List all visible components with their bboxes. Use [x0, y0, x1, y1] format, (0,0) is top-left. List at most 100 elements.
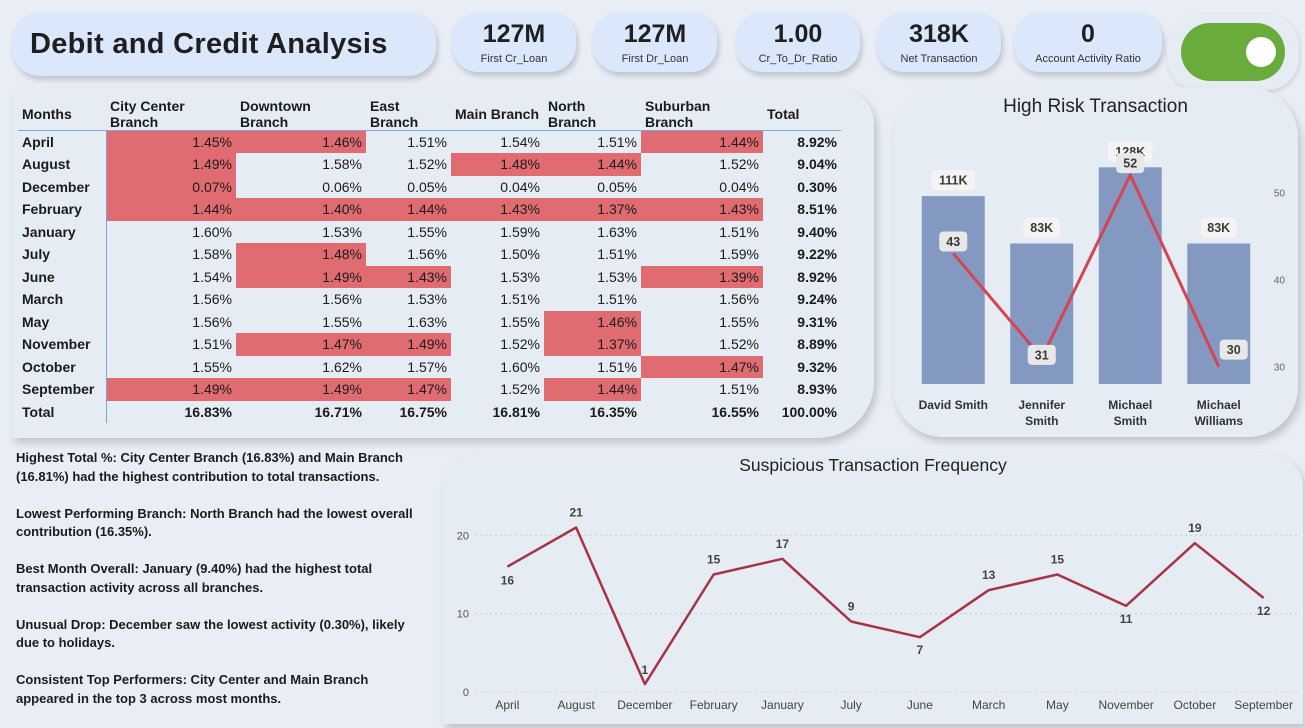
column-header[interactable]: Total	[763, 98, 841, 131]
table-cell: 1.43%	[451, 198, 544, 221]
column-header[interactable]: Months	[18, 98, 106, 131]
table-cell: 0.04%	[719, 178, 759, 195]
table-header-row: Months City Center Branch Downtown Branch E…	[18, 98, 841, 131]
x-axis-label: Michael	[1197, 398, 1241, 412]
table-cell: 1.55%	[407, 223, 447, 240]
table-row: December 0.07% 0.06% 0.05% 0.04% 0.05% 0.04% 0.…	[18, 175, 841, 198]
table-cell: 1.49%	[236, 265, 366, 288]
high-risk-transaction-card: High Risk Transaction 30 40 50 111K David Sm…	[893, 87, 1298, 437]
line-data-label: 52	[1123, 157, 1137, 171]
kpi-value: 127M	[623, 20, 687, 48]
table-cell: 1.58%	[322, 156, 362, 173]
x-axis-label: Michael	[1108, 398, 1152, 412]
table-cell: 1.52%	[407, 156, 447, 173]
table-row: February 1.44% 1.40% 1.44% 1.43% 1.37% 1.43% 8.…	[18, 198, 841, 221]
x-axis-label: December	[617, 698, 672, 712]
table-cell: 1.44%	[641, 130, 763, 153]
table-row: January 1.60% 1.53% 1.55% 1.59% 1.63% 1.51% 9.4…	[18, 220, 841, 243]
table-cell: 1.60%	[500, 358, 540, 375]
table-cell: 1.57%	[407, 358, 447, 375]
column-header[interactable]: City Center Branch	[106, 98, 236, 131]
table-cell: 0.05%	[407, 178, 447, 195]
data-label: 19	[1188, 521, 1202, 535]
kpi-card-first-cr-loan: 127M First Cr_Loan	[452, 12, 576, 72]
row-month-label: October	[18, 355, 107, 378]
high-risk-chart: 304050111KDavid Smith83KJenniferSmith128…	[919, 141, 1285, 428]
kpi-card-cr-to-dr-ratio: 1.00 Cr_To_Dr_Ratio	[736, 12, 860, 72]
grand-total-cell: 100.00%	[781, 403, 837, 420]
table-cell: 1.51%	[597, 358, 637, 375]
title-banner: Debit and Credit Analysis	[12, 12, 436, 76]
table-cell: 1.55%	[322, 313, 362, 330]
row-month-label: May	[18, 310, 107, 333]
column-header[interactable]: Suburban Branch	[641, 98, 763, 131]
table-row: November 1.51% 1.47% 1.49% 1.52% 1.37% 1.52% 8.…	[18, 333, 841, 356]
table-row: June 1.54% 1.49% 1.43% 1.53% 1.53% 1.39% 8.92%	[18, 265, 841, 288]
table-cell: 1.63%	[597, 223, 637, 240]
table-cell: 1.51%	[719, 381, 759, 398]
data-label: 21	[569, 506, 583, 520]
column-header[interactable]: East Branch	[366, 98, 451, 131]
table-cell: 1.46%	[236, 130, 366, 153]
row-total-cell: 9.32%	[797, 358, 837, 375]
row-month-label: November	[18, 333, 107, 356]
table-cell: 1.52%	[500, 336, 540, 353]
data-label: 12	[1257, 604, 1271, 618]
x-axis-label: May	[1046, 698, 1069, 712]
x-axis-label: September	[1234, 698, 1293, 712]
table-cell: 1.46%	[544, 310, 641, 333]
table-cell: 1.58%	[192, 246, 232, 263]
suspicious-frequency-card: Suspicious Transaction Frequency 0 10 20 Ap…	[443, 452, 1303, 724]
row-total-cell: 9.04%	[797, 156, 837, 173]
data-label: 11	[1120, 612, 1133, 626]
toggle-knob	[1246, 37, 1276, 67]
branch-matrix-table: Months City Center Branch Downtown Branch E…	[18, 98, 841, 423]
table-cell: 1.49%	[366, 333, 451, 356]
kpi-value: 127M	[482, 20, 546, 48]
y-axis-tick: 10	[457, 609, 469, 621]
x-axis-label: October	[1174, 698, 1217, 712]
x-axis-label: August	[557, 698, 595, 712]
x-axis-label: Smith	[1025, 414, 1058, 428]
row-month-label: June	[18, 265, 107, 288]
x-axis-label: Jennifer	[1018, 398, 1065, 412]
x-axis-label: March	[972, 698, 1005, 712]
kpi-label: First Dr_Loan	[621, 53, 689, 65]
table-cell: 1.53%	[407, 291, 447, 308]
table-cell: 1.63%	[407, 313, 447, 330]
row-total-cell: 9.31%	[797, 313, 837, 330]
row-month-label: April	[18, 130, 107, 153]
table-cell: 1.40%	[236, 198, 366, 221]
insight-text: Best Month Overall: January (9.40%) had …	[16, 561, 373, 595]
kpi-label: Cr_To_Dr_Ratio	[758, 53, 838, 65]
table-row: October 1.55% 1.62% 1.57% 1.60% 1.51% 1.47% 9.3…	[18, 355, 841, 378]
column-header[interactable]: Downtown Branch	[236, 98, 366, 131]
theme-toggle-switch[interactable]	[1181, 23, 1285, 81]
x-axis-label: November	[1098, 698, 1153, 712]
total-cell: 16.71%	[314, 403, 362, 420]
insight-text: Lowest Performing Branch: North Branch h…	[16, 505, 413, 540]
data-label: 17	[776, 537, 790, 551]
column-header[interactable]: North Branch	[544, 98, 641, 131]
column-header[interactable]: Main Branch	[451, 98, 544, 131]
insights-panel: Highest Total %: City Center Branch (16.…	[16, 449, 426, 727]
kpi-card-first-dr-loan: 127M First Dr_Loan	[593, 12, 717, 72]
table-cell: 1.51%	[366, 130, 451, 153]
row-total-cell: 9.22%	[797, 246, 837, 263]
table-cell: 1.51%	[597, 246, 637, 263]
row-total-cell: 8.51%	[797, 201, 837, 218]
table-row: August 1.49% 1.58% 1.52% 1.48% 1.44% 1.52% 9.04…	[18, 153, 841, 176]
table-cell: 1.52%	[500, 381, 540, 398]
total-cell: 16.55%	[711, 403, 759, 420]
table-cell: 1.49%	[236, 378, 366, 401]
table-cell: 1.55%	[719, 313, 759, 330]
table-cell: 1.51%	[719, 223, 759, 240]
table-cell: 1.51%	[192, 336, 232, 353]
table-cell: 1.44%	[366, 198, 451, 221]
table-cell: 1.51%	[500, 291, 540, 308]
table-cell: 0.07%	[106, 175, 236, 198]
frequency-line-series	[506, 526, 1265, 686]
line-data-label: 31	[1035, 348, 1049, 362]
table-row: May 1.56% 1.55% 1.63% 1.55% 1.46% 1.55% 9.31%	[18, 310, 841, 333]
insight-text: Unusual Drop: December saw the lowest ac…	[16, 616, 405, 651]
